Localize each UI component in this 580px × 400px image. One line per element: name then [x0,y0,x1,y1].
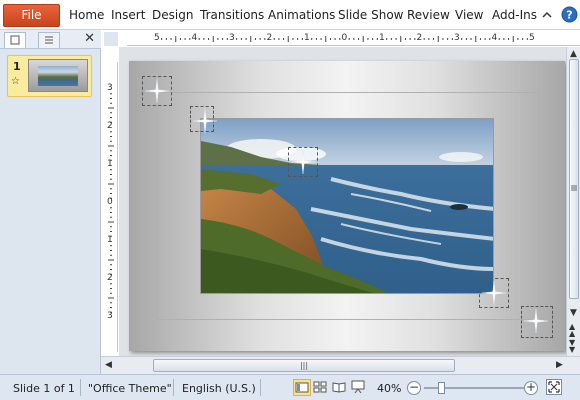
scroll-down-icon[interactable]: ▼ [570,308,577,318]
vertical-scroll-thumb[interactable] [569,59,579,299]
sparkle-icon [144,78,170,104]
tab-animations[interactable]: Animations [268,8,335,22]
coastal-photo-image [201,119,493,293]
ruler-label: 0 [107,197,113,207]
animation-star-icon: ☆ [11,76,20,87]
ruler-label: 3 [229,33,235,43]
tab-home[interactable]: Home [69,8,104,22]
outline-tab[interactable] [38,32,60,48]
tab-review[interactable]: Review [407,8,450,22]
slide-sorter-view-button[interactable] [312,379,330,396]
scroll-grip-icon [571,185,577,191]
ruler-label: 2 [416,33,423,43]
ruler-label: 5 [154,33,160,43]
status-divider [80,379,81,396]
sparkle-icon [481,280,507,306]
tab-insert[interactable]: Insert [111,8,145,22]
horizontal-ruler: 5 4 3 2 1 0 1 2 3 4 5 [127,32,580,46]
sparkle-icon [290,149,316,175]
tab-add-ins[interactable]: Add-Ins [492,8,537,22]
ruler-label: 2 [107,273,113,283]
normal-view-button[interactable] [293,379,311,396]
ruler-label: 5 [529,33,535,43]
sparkle-animation-3[interactable] [288,147,318,177]
next-slide-icon[interactable]: ▼ ▼ [569,339,575,354]
vertical-ruler-ticks [108,93,114,313]
ruler-label: 4 [491,33,498,43]
horizontal-scroll-thumb[interactable]: ||| [153,359,455,372]
horizontal-scrollbar[interactable]: ◀ ||| ▶ [101,356,580,374]
ribbon-tab-bar: File Home Insert Design Transitions Anim… [0,0,580,30]
theme-status[interactable]: "Office Theme" [88,382,172,395]
ruler-label: 0 [341,33,348,43]
slide-show-icon [351,380,365,394]
reading-view-icon [332,382,346,393]
vertical-scrollbar[interactable]: ▲ ▼ ▲ ▲ ▼ ▼ [566,47,580,356]
status-divider [173,379,174,396]
slide-count-status: Slide 1 of 1 [13,382,75,395]
thumbnail-photo [38,66,78,86]
previous-slide-icon[interactable]: ▲ ▲ [569,323,575,338]
sparkle-icon [192,108,218,134]
fit-window-icon [548,381,560,393]
outline-tab-icon [45,36,53,44]
zoom-in-button[interactable]: + [524,381,538,395]
svg-text:?: ? [566,9,572,22]
tab-slide-show[interactable]: Slide Show [338,8,403,22]
zoom-slider-thumb[interactable] [437,382,445,394]
tab-transitions[interactable]: Transitions [200,8,264,22]
ruler-label: 3 [107,311,113,321]
pane-tab-strip: ✕ [0,30,101,49]
ruler-label: 1 [107,159,113,169]
reading-view-button[interactable] [331,379,349,396]
sparkle-animation-5[interactable] [521,306,553,338]
ruler-label: 3 [454,33,460,43]
status-divider [260,379,261,396]
scroll-right-icon[interactable]: ▶ [556,360,563,370]
sparkle-animation-4[interactable] [479,278,509,308]
close-icon[interactable]: ✕ [84,31,95,46]
zoom-out-button[interactable]: − [407,381,421,395]
ruler-corner [104,32,118,46]
slides-tab[interactable] [4,32,26,48]
help-icon[interactable]: ? [561,6,578,23]
slide-sorter-icon [313,381,327,393]
tab-view[interactable]: View [455,8,483,22]
scroll-left-icon[interactable]: ◀ [105,360,112,370]
ruler-label: 1 [107,235,113,245]
language-status[interactable]: English (U.S.) [182,382,256,395]
normal-view-icon [295,382,309,393]
ruler-label: 1 [379,33,385,43]
status-bar: Slide 1 of 1 "Office Theme" English (U.S… [0,374,580,400]
ruler-label: 2 [107,121,113,131]
slides-tab-icon [10,35,20,45]
ruler-label: 4 [191,33,198,43]
sparkle-icon [523,308,549,334]
slide-show-view-button[interactable] [350,379,368,396]
slide-thumbnail-image[interactable] [28,59,88,92]
slide-photo[interactable] [200,118,494,294]
zoom-level[interactable]: 40% [377,382,401,395]
fit-to-window-button[interactable] [546,379,562,395]
ruler-label: 3 [107,83,113,93]
slide-number: 1 [13,60,21,73]
tab-design[interactable]: Design [152,8,193,22]
scroll-up-icon[interactable]: ▲ [570,49,577,59]
vertical-ruler: 3 2 1 0 1 2 3 [104,62,118,352]
sparkle-animation-2[interactable] [190,106,218,134]
sparkle-animation-1[interactable] [142,76,172,106]
ruler-label: 2 [266,33,273,43]
chevron-up-icon[interactable] [541,9,553,21]
file-tab[interactable]: File [3,4,60,27]
ruler-label: 1 [304,33,310,43]
